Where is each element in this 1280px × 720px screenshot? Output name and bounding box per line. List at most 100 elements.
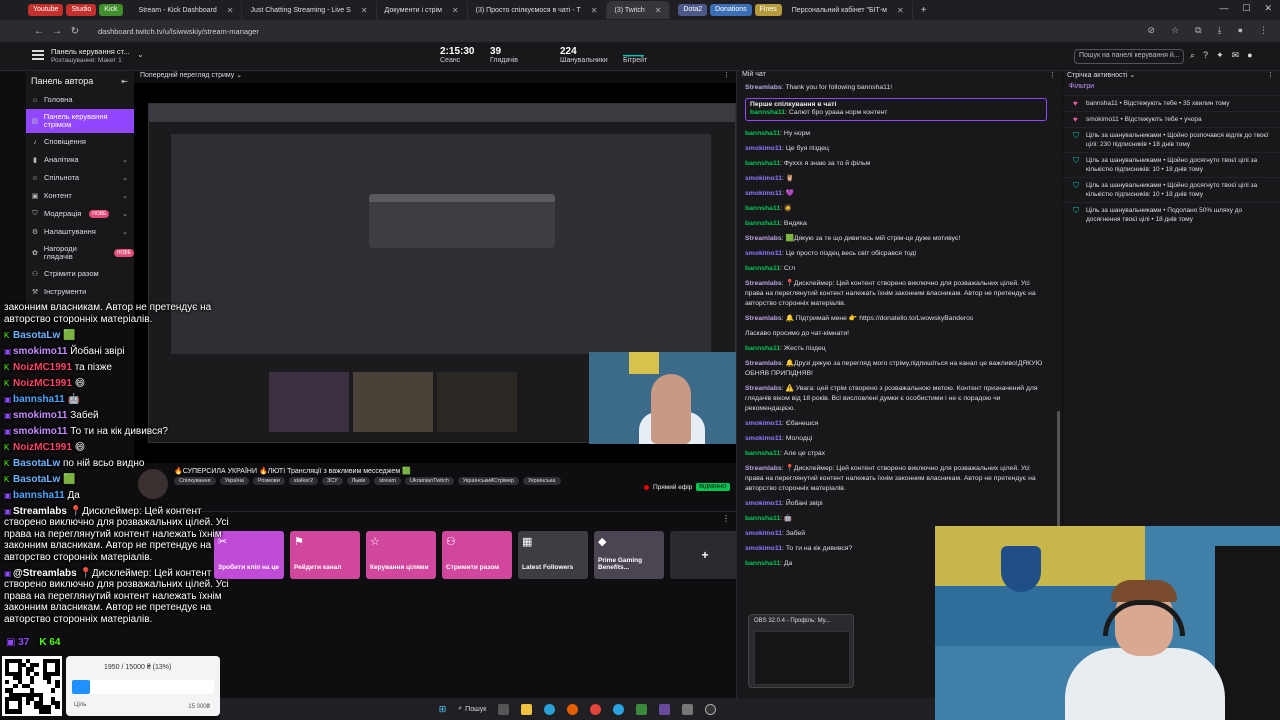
chat-username[interactable]: smokimo11 <box>745 175 782 182</box>
close-icon[interactable]: ✕ <box>655 6 662 15</box>
panel-menu-icon[interactable]: ⋮ <box>722 514 730 523</box>
minimize-icon[interactable]: — <box>1219 3 1228 14</box>
close-window-icon[interactable]: ✕ <box>1264 3 1272 14</box>
extensions-icon[interactable]: ⧉ <box>1195 25 1201 36</box>
chevron-down-icon[interactable]: ⌄ <box>122 249 128 257</box>
chat-username[interactable]: bannsha11 <box>745 205 780 212</box>
panel-menu-icon[interactable]: ⋮ <box>1267 71 1274 79</box>
browser-tab[interactable]: (3) Просто спілкуємося в чаті - Т ✕ <box>468 1 607 19</box>
chat-username[interactable]: Streamlabs <box>745 360 782 367</box>
quick-action-button[interactable]: ◆ Prime Gaming Benefits... <box>594 531 664 579</box>
chat-username[interactable]: smokimo11 <box>745 420 782 427</box>
chat-username[interactable]: smokimo11 <box>745 250 782 257</box>
stream-tag[interactable]: Українська <box>522 477 561 485</box>
sidebar-item[interactable]: ⚙ Налаштування ⌄ <box>26 223 134 241</box>
activity-item[interactable]: ⛉ Ціль за шанувальниками • Щойно досягнут… <box>1063 152 1280 177</box>
header-title[interactable]: Панель керування ст... <box>51 47 129 56</box>
task-view-icon[interactable] <box>498 703 510 715</box>
bookmark-pill[interactable]: Youtube <box>28 4 64 16</box>
app-icon[interactable] <box>682 703 694 715</box>
activity-item[interactable]: ⛉ Ціль за шанувальниками • Щойно досягнут… <box>1063 177 1280 202</box>
file-explorer-icon[interactable] <box>521 703 533 715</box>
chevron-down-icon[interactable]: ⌄ <box>236 72 242 79</box>
eye-off-icon[interactable]: ⊘ <box>1148 25 1156 36</box>
chevron-down-icon[interactable]: ⌄ <box>122 228 128 236</box>
chat-username[interactable]: smokimo11 <box>745 500 782 507</box>
quick-action-button[interactable]: ▦ Latest Followers <box>518 531 588 579</box>
chat-username[interactable]: bannsha11 <box>745 130 780 137</box>
bookmark-star-icon[interactable]: ☆ <box>1171 25 1179 36</box>
edge-icon[interactable] <box>544 703 556 715</box>
telegram-icon[interactable] <box>613 703 625 715</box>
chevron-down-icon[interactable]: ⌄ <box>122 192 128 200</box>
bookmark-pill[interactable]: Dota2 <box>678 4 708 16</box>
obs-icon[interactable] <box>705 703 717 715</box>
panel-menu-icon[interactable]: ⋮ <box>1049 71 1056 79</box>
chat-username[interactable]: bannsha11 <box>745 265 780 272</box>
hamburger-icon[interactable] <box>32 50 44 60</box>
collapse-icon[interactable]: ⇤ <box>121 77 128 86</box>
stream-tag[interactable]: stream <box>374 477 401 485</box>
chat-username[interactable]: bannsha11 <box>745 560 780 567</box>
chat-username[interactable]: bannsha11 <box>745 345 780 352</box>
chat-username[interactable]: smokimo11 <box>745 530 782 537</box>
chat-username[interactable]: Streamlabs <box>745 84 782 91</box>
sidebar-item[interactable]: ✿ Нагороди глядачів НОВЕ ⌄ <box>26 241 134 265</box>
stream-tag[interactable]: UkrainianTwitch <box>404 477 454 485</box>
stream-tag[interactable]: Львів <box>346 477 371 485</box>
tab-extra[interactable]: Персональний кабінет "БІТ-м ✕ <box>784 1 913 19</box>
activity-item[interactable]: ⛉ Ціль за шанувальниками • Подолано 50% ш… <box>1063 202 1280 227</box>
browser-tab[interactable]: (3) Twitch ✕ <box>606 1 671 19</box>
url-field[interactable]: dashboard.twitch.tv/u/lsiwwskiy/stream-m… <box>98 27 259 36</box>
app-icon[interactable] <box>659 703 671 715</box>
sidebar-item[interactable]: ▮ Аналітика ⌄ <box>26 151 134 169</box>
windows-start-icon[interactable]: ⊞ <box>439 704 447 715</box>
taskbar-search[interactable]: ⌕ Пошук <box>458 705 486 713</box>
activity-item[interactable]: ⛉ Ціль за шанувальниками • Щойно розпочав… <box>1063 127 1280 152</box>
add-quick-action-button[interactable]: + <box>670 531 740 579</box>
help-icon[interactable]: ? <box>1203 50 1208 61</box>
chat-username[interactable]: bannsha11 <box>745 450 780 457</box>
sidebar-item[interactable]: ⚒ Інструменти <box>26 283 134 301</box>
profile-icon[interactable]: ● <box>1238 25 1243 36</box>
chat-username[interactable]: Streamlabs <box>745 315 782 322</box>
chat-username[interactable]: smokimo11 <box>745 545 782 552</box>
back-icon[interactable]: ← <box>30 26 48 37</box>
bookmark-pill[interactable]: Fines <box>754 4 782 16</box>
close-icon[interactable]: ✕ <box>227 6 234 15</box>
downloads-icon[interactable]: ⤓ <box>1218 25 1222 36</box>
sidebar-item[interactable]: ☺ Спільнота ⌄ <box>26 169 134 187</box>
quick-action-button[interactable]: ⚑ Рейдити канал <box>290 531 360 579</box>
chat-username[interactable]: bannsha11 <box>750 109 785 116</box>
avatar[interactable]: ● <box>1247 50 1252 61</box>
chat-username[interactable]: smokimo11 <box>745 190 782 197</box>
sidebar-item[interactable]: ▣ Контент ⌄ <box>26 187 134 205</box>
chat-username[interactable]: Streamlabs <box>745 465 782 472</box>
magic-icon[interactable]: ✦ <box>1216 50 1224 61</box>
dashboard-search-input[interactable]: Пошук на панелі керування й... <box>1074 49 1184 64</box>
close-icon[interactable]: ✕ <box>452 6 459 15</box>
activity-filter-link[interactable]: Фільтри <box>1063 83 1280 95</box>
chevron-down-icon[interactable]: ⌄ <box>122 210 128 218</box>
chat-username[interactable]: Streamlabs <box>745 280 782 287</box>
quick-action-button[interactable]: ⚇ Стримити разом <box>442 531 512 579</box>
obs-taskbar-preview[interactable]: OBS 32.0.4 - Профіль: My... <box>748 614 854 688</box>
chat-username[interactable]: bannsha11 <box>745 515 780 522</box>
sidebar-item[interactable]: ♪ Сповіщення <box>26 133 134 151</box>
firefox-icon[interactable] <box>567 703 579 715</box>
sidebar-item[interactable]: ⛉ Модерація НОВЕ ⌄ <box>26 205 134 223</box>
menu-dots-icon[interactable]: ⋮ <box>1259 25 1268 36</box>
browser-tab[interactable]: Just Chatting Streaming - Live S ✕ <box>242 1 377 19</box>
chevron-down-icon[interactable]: ⌄ <box>1129 72 1135 79</box>
app-icon[interactable] <box>636 703 648 715</box>
reload-icon[interactable]: ↻ <box>66 26 84 37</box>
forward-icon[interactable]: → <box>48 26 66 37</box>
quick-action-button[interactable]: ☆ Керування цілями <box>366 531 436 579</box>
stream-tag[interactable]: УкраїнськийСтрімер <box>457 477 519 485</box>
close-icon[interactable]: ✕ <box>591 6 598 15</box>
chrome-icon[interactable] <box>590 703 602 715</box>
activity-item[interactable]: ♥ smokimo11 • Відстежують тебе • учора <box>1063 111 1280 127</box>
activity-item[interactable]: ♥ bannsha11 • Відстежують тебе • 35 хвили… <box>1063 95 1280 111</box>
chat-username[interactable]: Streamlabs <box>745 385 782 392</box>
browser-tab[interactable]: Документи і стрім ✕ <box>377 1 468 19</box>
